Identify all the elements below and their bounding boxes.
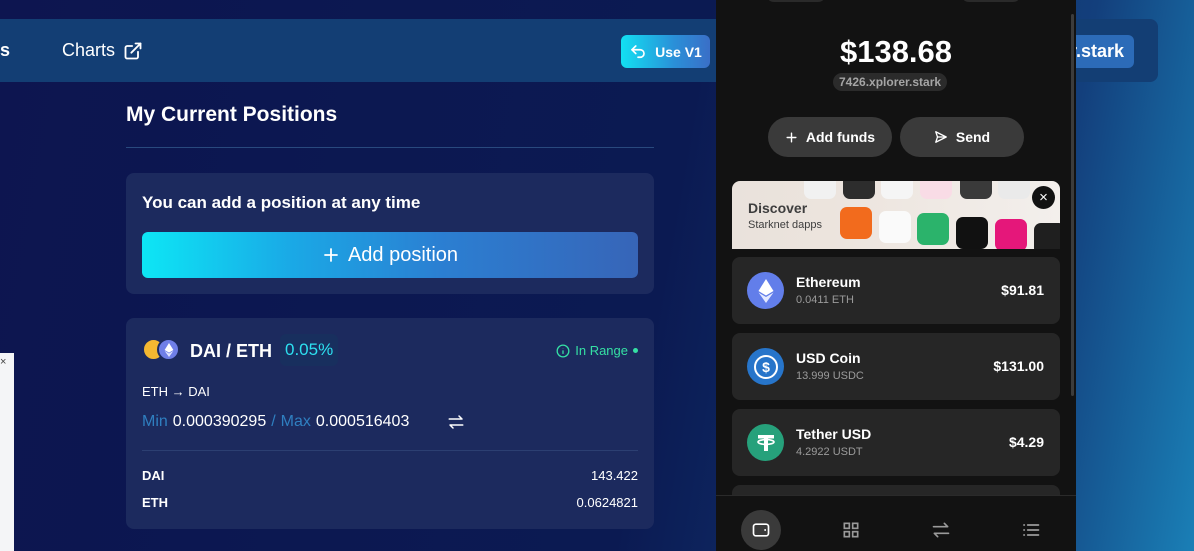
- undo-icon: [631, 44, 645, 58]
- invert-price-icon[interactable]: [447, 414, 465, 430]
- discover-dapps-banner[interactable]: Discover Starknet dapps ×: [732, 181, 1060, 249]
- send-label: Send: [955, 129, 991, 145]
- eth-icon: [157, 338, 180, 361]
- send-button[interactable]: Send: [900, 117, 1024, 157]
- token-row[interactable]: Ethereum 0.0411 ETH $91.81: [732, 257, 1060, 324]
- svg-text:$: $: [762, 359, 770, 375]
- account-handle[interactable]: 7426.xplorer.stark: [833, 73, 948, 91]
- status-dot: [633, 348, 638, 353]
- discover-title: Discover: [748, 200, 808, 216]
- pair-icons: [142, 338, 182, 362]
- dapp-icon: [920, 181, 952, 199]
- divider: [126, 147, 654, 148]
- token-row[interactable]: Tether USD 4.2922 USDT $4.29: [732, 409, 1060, 476]
- tether-icon: [747, 424, 784, 461]
- offscreen-panel-fragment: ×: [0, 353, 14, 551]
- token-name: USD Coin: [796, 350, 861, 366]
- close-icon[interactable]: ×: [0, 356, 6, 368]
- token-value: $131.00: [993, 358, 1044, 374]
- add-position-button[interactable]: Add position: [142, 232, 638, 278]
- plus-icon: [324, 248, 338, 262]
- nav-item-fragment[interactable]: s: [0, 40, 10, 61]
- info-icon: [556, 344, 570, 357]
- dapp-icon: [995, 219, 1027, 249]
- usdc-icon: $: [747, 348, 784, 385]
- status-label: In Range: [575, 343, 628, 358]
- fee-badge: 0.05%: [280, 334, 339, 366]
- dapp-icon: [956, 217, 988, 249]
- range-separator: /: [271, 413, 276, 430]
- wallet-balance: $138.68: [839, 34, 953, 69]
- token-amount: 0.0411 ETH: [796, 294, 854, 306]
- token-row[interactable]: $ USD Coin 13.999 USDC $131.00: [732, 333, 1060, 400]
- dapp-icon: [917, 213, 949, 245]
- dapp-icon: [840, 207, 872, 239]
- add-position-label: Add position: [347, 243, 459, 266]
- dapp-icon: [804, 181, 836, 199]
- wallet-icon[interactable]: [741, 510, 781, 550]
- add-funds-label: Add funds: [805, 129, 876, 145]
- add-position-card: You can add a position at any time Add p…: [126, 173, 654, 294]
- max-label: Max: [280, 413, 311, 430]
- scrollbar[interactable]: [1071, 14, 1074, 396]
- max-value: 0.000516403: [315, 413, 410, 430]
- token-amount: 13.999 USDC: [796, 370, 864, 382]
- token-name: ETH: [142, 495, 168, 510]
- token-amount-row: ETH 0.0624821: [142, 495, 638, 510]
- dapp-icon: [960, 181, 992, 199]
- wallet-bottom-nav: [716, 495, 1076, 551]
- wallet-top-button[interactable]: [766, 0, 826, 2]
- use-v1-label: Use V1: [655, 43, 702, 60]
- wallet-top-button[interactable]: [961, 0, 1021, 2]
- direction-label: ETH → DAI: [142, 384, 210, 399]
- pair-name: DAI / ETH: [190, 341, 273, 361]
- min-value: 0.000390295: [172, 413, 267, 430]
- token-value: $91.81: [1001, 282, 1044, 298]
- position-card[interactable]: DAI / ETH 0.05% In Range ETH → DAI Min 0…: [126, 318, 654, 529]
- page-title: My Current Positions: [126, 103, 338, 126]
- send-icon: [934, 131, 947, 143]
- token-amount: 143.422: [591, 468, 638, 483]
- ethereum-icon: [747, 272, 784, 309]
- nav-charts-link[interactable]: Charts: [62, 40, 143, 61]
- external-link-icon: [124, 42, 142, 59]
- discover-subtitle: Starknet dapps: [748, 219, 822, 231]
- use-v1-button[interactable]: Use V1: [621, 35, 710, 68]
- dapp-icon: [879, 211, 911, 243]
- list-icon[interactable]: [1011, 510, 1051, 550]
- price-range: Min 0.000390295 / Max 0.000516403: [142, 413, 409, 431]
- dapp-icon: [881, 181, 913, 199]
- charts-label: Charts: [62, 40, 116, 60]
- token-amount: 4.2922 USDT: [796, 446, 863, 458]
- token-name: Tether USD: [796, 426, 872, 442]
- dapp-icon: [998, 181, 1030, 199]
- token-name: DAI: [142, 468, 165, 483]
- dapp-icon: [1034, 223, 1060, 249]
- grid-icon[interactable]: [831, 510, 871, 550]
- close-icon[interactable]: ×: [1032, 186, 1055, 209]
- wallet-panel: $138.68 7426.xplorer.stark Add funds Sen…: [716, 0, 1076, 551]
- token-value: $4.29: [1008, 434, 1044, 450]
- token-name: Ethereum: [796, 274, 861, 290]
- plus-icon: [786, 131, 797, 143]
- add-funds-button[interactable]: Add funds: [768, 117, 892, 157]
- status-badge: In Range: [556, 343, 638, 358]
- min-label: Min: [142, 413, 168, 430]
- dapp-icon: [843, 181, 875, 199]
- token-amount: 0.0624821: [576, 495, 638, 510]
- swap-icon[interactable]: [921, 510, 961, 550]
- token-amount-row: DAI 143.422: [142, 468, 638, 483]
- divider: [142, 450, 638, 451]
- add-position-message: You can add a position at any time: [142, 193, 421, 212]
